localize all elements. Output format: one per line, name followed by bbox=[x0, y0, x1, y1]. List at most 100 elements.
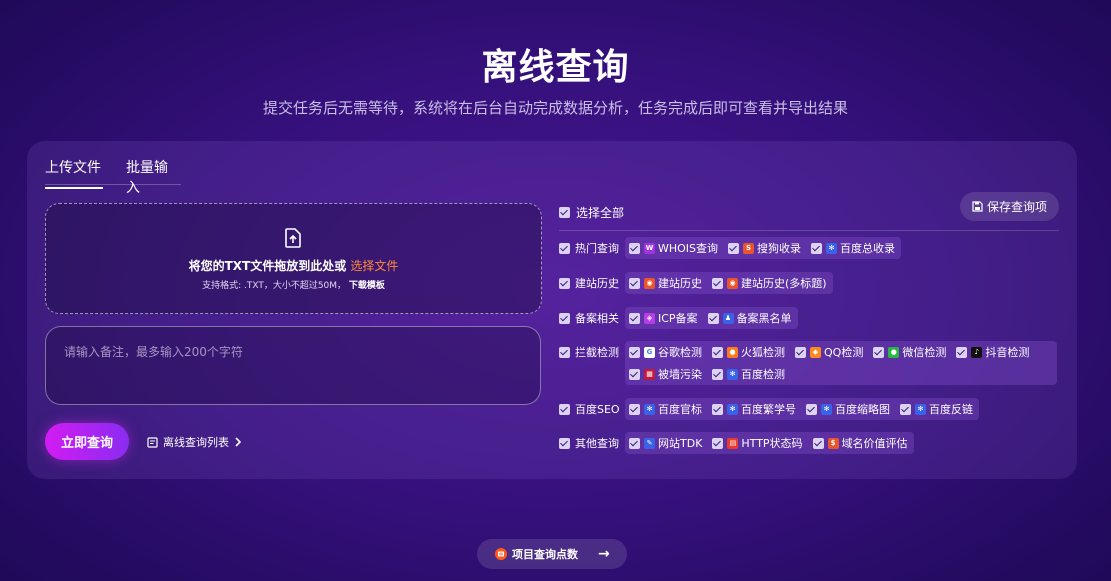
checkbox-icon bbox=[629, 403, 640, 415]
group-items: ✎ 网站TDK ▤ HTTP状态码 $ 域名价值评估 bbox=[625, 432, 914, 454]
format-hint: 支持格式: .TXT，大小不超过50M， bbox=[202, 281, 347, 291]
query-option-label: 百度官标 bbox=[658, 403, 702, 416]
query-option-label: 百度繁学号 bbox=[741, 403, 796, 416]
tab-batch-input[interactable]: 批量输入 bbox=[126, 157, 181, 197]
save-icon bbox=[972, 201, 983, 212]
checkbox-icon bbox=[712, 277, 723, 289]
query-option[interactable]: ✻ 百度繁学号 bbox=[712, 398, 796, 420]
checkbox-icon bbox=[559, 403, 570, 415]
query-option[interactable]: ♟ 备案黑名单 bbox=[707, 307, 792, 329]
icp-icon: ◈ bbox=[644, 312, 655, 324]
checkbox-icon bbox=[559, 346, 570, 358]
qq-icon: ◆ bbox=[810, 346, 821, 358]
offline-list-label: 离线查询列表 bbox=[163, 436, 229, 449]
checkbox-icon bbox=[559, 437, 570, 449]
group-checkbox[interactable]: 热门查询 bbox=[559, 237, 625, 259]
offline-list-link[interactable]: 离线查询列表 bbox=[147, 434, 242, 450]
group-label: 建站历史 bbox=[575, 277, 619, 290]
select-all-checkbox[interactable]: 选择全部 bbox=[559, 204, 624, 221]
query-option[interactable]: ▦ 被墙污染 bbox=[629, 363, 702, 385]
save-label: 保存查询项 bbox=[986, 200, 1047, 214]
page-title: 离线查询 bbox=[481, 47, 630, 88]
group-checkbox[interactable]: 百度SEO bbox=[559, 398, 625, 420]
checkbox-icon bbox=[712, 437, 724, 449]
checkbox-icon bbox=[629, 437, 640, 449]
query-option[interactable]: ◉ 建站历史 bbox=[629, 272, 702, 294]
submit-query-button[interactable]: 立即查询 bbox=[45, 423, 129, 460]
checkbox-icon bbox=[806, 403, 817, 415]
checkbox-icon bbox=[629, 346, 640, 358]
baidu-icon: ✻ bbox=[821, 403, 832, 415]
query-option-label: 备案黑名单 bbox=[736, 312, 792, 325]
query-option[interactable]: S 搜狗收录 bbox=[728, 237, 801, 259]
query-option[interactable]: ◆ QQ检测 bbox=[795, 341, 863, 363]
group-checkbox[interactable]: 备案相关 bbox=[559, 307, 625, 329]
query-group-row: 热门查询 W WHOIS查询 S 搜狗收录 ✻ 百度总收录 bbox=[559, 237, 902, 259]
group-label: 热门查询 bbox=[575, 242, 619, 255]
save-query-items-button[interactable]: 保存查询项 bbox=[960, 192, 1059, 221]
query-option[interactable]: $ 域名价值评估 bbox=[812, 432, 908, 454]
chevron-right-icon bbox=[235, 437, 242, 447]
drop-instruction: 将您的TXT文件拖放到此处或 选择文件 bbox=[46, 257, 541, 274]
checkbox-icon bbox=[712, 368, 723, 380]
checkbox-icon bbox=[712, 403, 723, 415]
query-option[interactable]: ✻ 百度总收录 bbox=[811, 237, 895, 259]
value-icon: $ bbox=[827, 437, 839, 449]
wechat-icon: ● bbox=[888, 346, 900, 358]
query-option[interactable]: ◈ ICP备案 bbox=[629, 307, 698, 329]
group-label: 拦截检测 bbox=[575, 346, 619, 359]
project-points-label: 项目查询点数 bbox=[512, 548, 578, 561]
query-option[interactable]: ● 火狐检测 bbox=[712, 341, 785, 363]
query-option[interactable]: W WHOIS查询 bbox=[629, 237, 718, 259]
checkbox-icon bbox=[559, 207, 570, 218]
query-option[interactable]: ✻ 百度反链 bbox=[900, 398, 973, 420]
group-items: G 谷歌检测 ● 火狐检测 ◆ QQ检测 ● 微信检测 ♪ 抖音检测 ▦ 被墙污染 ✻ 百度检测 bbox=[625, 341, 1057, 385]
wall-icon: ▦ bbox=[644, 368, 655, 380]
query-option[interactable]: ✻ 百度检测 bbox=[712, 363, 785, 385]
group-items: ✻ 百度官标 ✻ 百度繁学号 ✻ 百度缩略图 ✻ 百度反链 bbox=[625, 398, 979, 420]
query-option-label: 搜狗收录 bbox=[757, 242, 802, 255]
remark-input[interactable] bbox=[45, 326, 541, 405]
checkbox-icon bbox=[559, 312, 570, 324]
sogou-icon: S bbox=[743, 242, 755, 254]
group-checkbox[interactable]: 其他查询 bbox=[559, 432, 625, 454]
history-icon: ◉ bbox=[727, 277, 738, 289]
select-all-label: 选择全部 bbox=[576, 206, 625, 220]
query-option[interactable]: G 谷歌检测 bbox=[629, 341, 702, 363]
group-checkbox[interactable]: 拦截检测 bbox=[559, 341, 625, 363]
query-option[interactable]: ◉ 建站历史(多标题) bbox=[712, 272, 827, 294]
query-option-label: ICP备案 bbox=[658, 312, 698, 325]
query-option[interactable]: ▤ HTTP状态码 bbox=[712, 432, 803, 454]
query-group-row: 其他查询 ✎ 网站TDK ▤ HTTP状态码 $ 域名价值评估 bbox=[559, 432, 914, 454]
checkbox-icon bbox=[629, 368, 640, 380]
firefox-icon: ● bbox=[727, 346, 738, 358]
query-option-label: 微信检测 bbox=[902, 346, 947, 359]
tab-upload-file[interactable]: 上传文件 bbox=[45, 157, 103, 189]
group-checkbox[interactable]: 建站历史 bbox=[559, 272, 625, 294]
download-template-link[interactable]: 下载模板 bbox=[349, 281, 385, 291]
project-points-button[interactable]: 项目查询点数 → bbox=[477, 539, 627, 569]
checkbox-icon bbox=[629, 242, 640, 254]
query-option[interactable]: ● 微信检测 bbox=[873, 341, 946, 363]
query-option-label: 被墙污染 bbox=[658, 368, 702, 381]
google-icon: G bbox=[644, 346, 655, 358]
query-option-label: HTTP状态码 bbox=[741, 437, 803, 450]
select-file-link[interactable]: 选择文件 bbox=[350, 259, 398, 273]
query-option[interactable]: ✻ 百度官标 bbox=[629, 398, 702, 420]
query-option[interactable]: ✎ 网站TDK bbox=[629, 432, 702, 454]
divider bbox=[559, 230, 1059, 231]
query-option-label: 谷歌检测 bbox=[658, 346, 702, 359]
checkbox-icon bbox=[900, 403, 911, 415]
upload-file-icon bbox=[284, 228, 302, 248]
query-option[interactable]: ✻ 百度缩略图 bbox=[806, 398, 890, 420]
http-icon: ▤ bbox=[727, 437, 739, 449]
file-drop-zone[interactable]: 将您的TXT文件拖放到此处或 选择文件 支持格式: .TXT，大小不超过50M，… bbox=[45, 203, 542, 314]
baidu-icon: ✻ bbox=[826, 242, 838, 254]
group-items: ◈ ICP备案 ♟ 备案黑名单 bbox=[625, 307, 798, 329]
checkbox-icon bbox=[559, 242, 570, 254]
query-option[interactable]: ♪ 抖音检测 bbox=[956, 341, 1029, 363]
drop-text: 将您的TXT文件拖放到此处或 bbox=[188, 259, 347, 273]
tab-bar: 上传文件 批量输入 bbox=[45, 157, 181, 196]
checkbox-icon bbox=[629, 277, 640, 289]
points-icon bbox=[495, 548, 507, 560]
